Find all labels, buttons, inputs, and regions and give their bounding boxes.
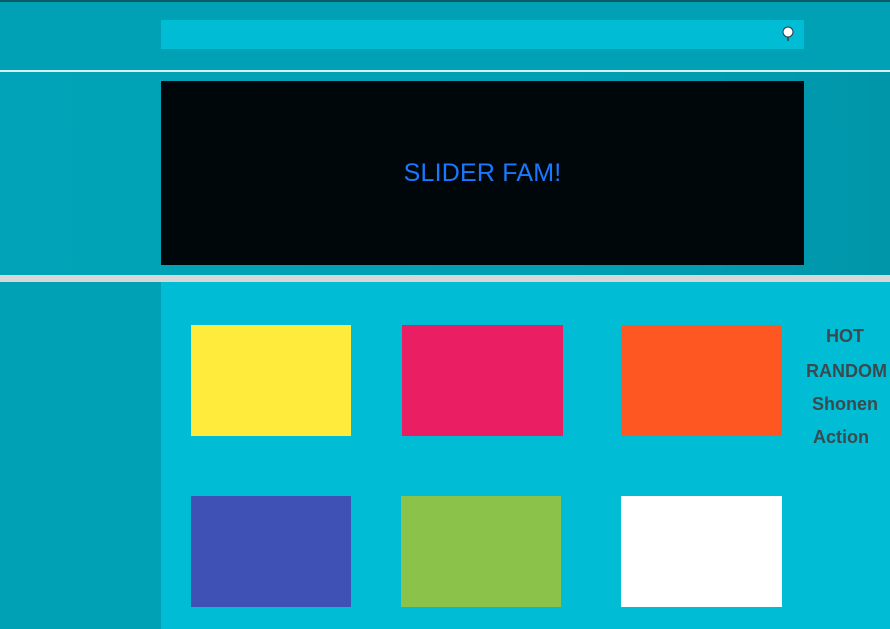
tile-white[interactable] [621, 496, 782, 607]
search-bar[interactable] [161, 20, 804, 49]
tile-orange[interactable] [621, 325, 782, 436]
tile-pink[interactable] [402, 325, 563, 436]
left-sidebar [0, 282, 161, 629]
slider[interactable]: SLIDER FAM! [161, 81, 804, 265]
category-hot[interactable]: HOT [826, 326, 864, 347]
category-random[interactable]: RANDOM [806, 361, 887, 382]
tile-indigo[interactable] [191, 496, 351, 607]
section-divider [0, 275, 890, 282]
tile-yellow[interactable] [191, 325, 351, 436]
category-action[interactable]: Action [813, 427, 869, 448]
slider-title: SLIDER FAM! [403, 158, 562, 187]
tile-green[interactable] [401, 496, 561, 607]
category-shonen[interactable]: Shonen [812, 394, 878, 415]
search-icon[interactable] [781, 25, 795, 43]
